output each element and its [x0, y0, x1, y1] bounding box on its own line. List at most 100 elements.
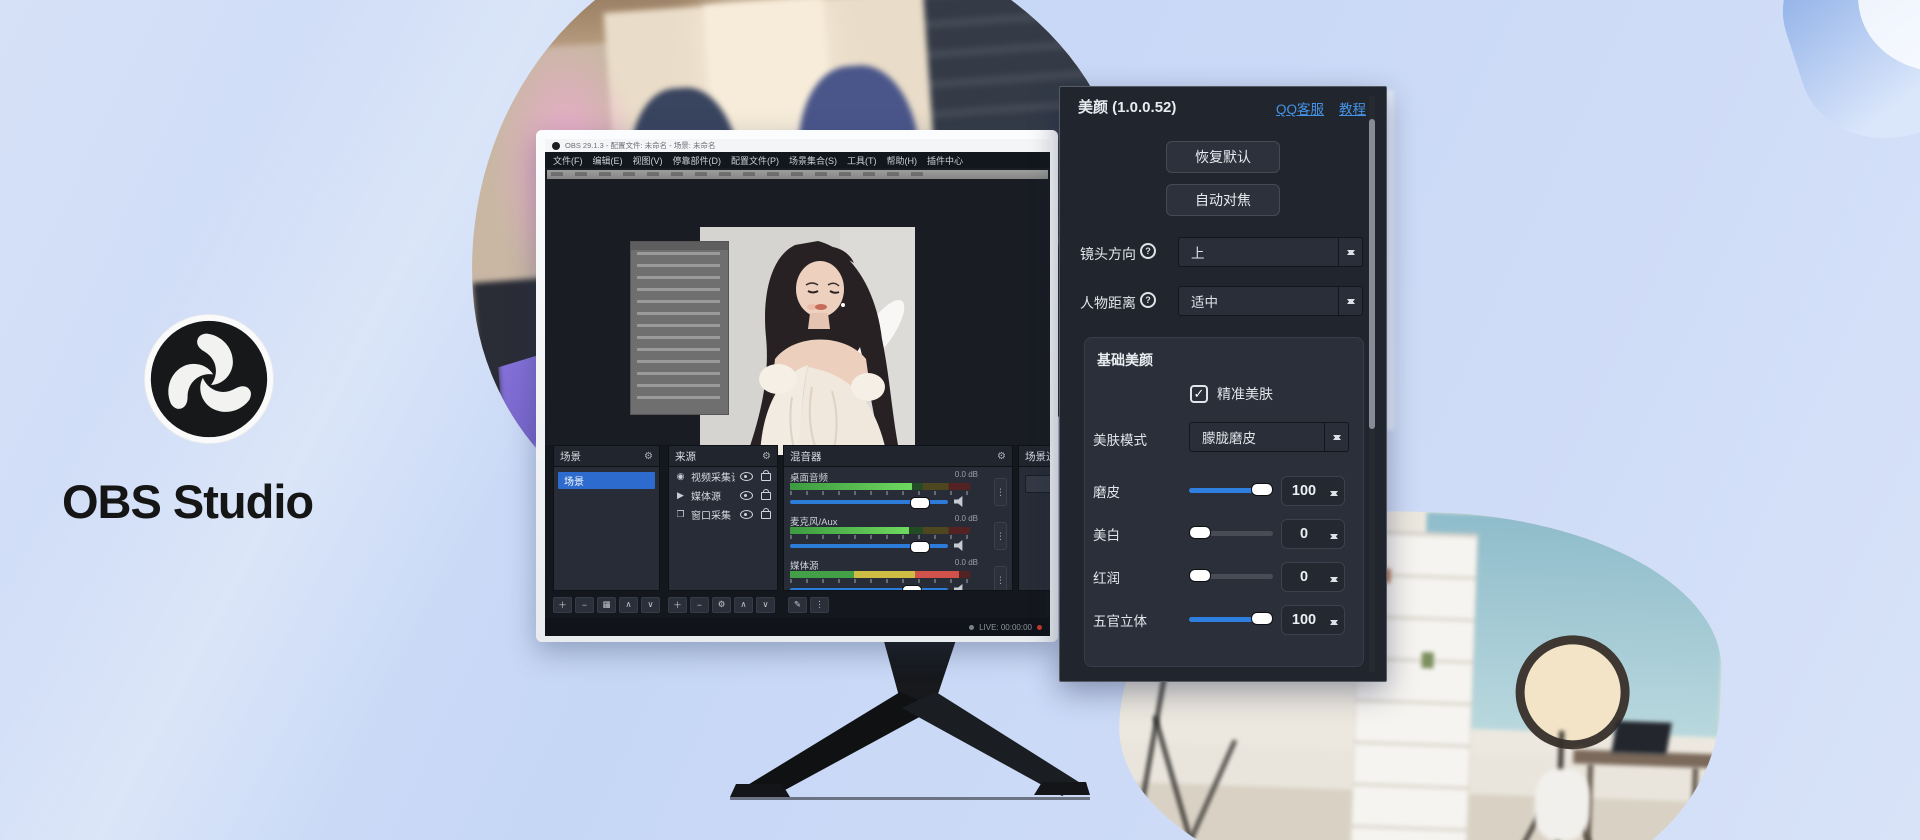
beauty-settings-overlay [630, 241, 729, 415]
menu-view[interactable]: 视图(V) [633, 154, 663, 167]
source-row[interactable]: ◉ 视频采集设备 [669, 467, 777, 486]
whitening-slider[interactable] [1189, 531, 1273, 536]
live-timer: LIVE: 00:00:00 [979, 623, 1032, 632]
monitor: OBS 29.1.3 - 配置文件: 未命名 - 场景: 未命名 文件(F) 编… [536, 130, 1058, 642]
menu-file[interactable]: 文件(F) [553, 154, 583, 167]
media-icon: ▶ [675, 490, 686, 501]
source-row[interactable]: ❐ 窗口采集 [669, 505, 777, 524]
select-spinner[interactable] [1324, 423, 1348, 451]
select-spinner[interactable] [1338, 238, 1362, 266]
skin-mode-select[interactable]: 朦胧磨皮 [1189, 422, 1349, 452]
menu-edit[interactable]: 编辑(E) [593, 154, 623, 167]
menu-help[interactable]: 帮助(H) [887, 154, 918, 167]
audio-level-meter [790, 527, 970, 534]
lens-direction-select[interactable]: 上 [1178, 237, 1363, 267]
channel-options-button[interactable]: ⋮ [994, 478, 1007, 506]
add-source-button[interactable]: ＋ [668, 597, 687, 613]
obs-title-bar: OBS 29.1.3 - 配置文件: 未命名 - 场景: 未命名 [545, 139, 1050, 152]
precise-skin-checkbox-row: ✓ 精准美肤 [1190, 384, 1273, 404]
lock-icon[interactable] [761, 492, 771, 500]
facial-depth-slider[interactable] [1189, 617, 1273, 622]
move-scene-down-button[interactable]: ∨ [641, 597, 660, 613]
volume-slider[interactable] [790, 544, 948, 548]
speaker-icon[interactable] [954, 584, 966, 591]
facial-depth-label: 五官立体 [1093, 610, 1147, 630]
volume-slider[interactable] [790, 500, 948, 504]
person-distance-select[interactable]: 适中 [1178, 286, 1363, 316]
channel-options-button[interactable]: ⋮ [994, 522, 1007, 550]
monitor-screen: OBS 29.1.3 - 配置文件: 未命名 - 场景: 未命名 文件(F) 编… [545, 139, 1050, 636]
gear-icon[interactable]: ⚙ [762, 451, 771, 462]
visibility-eye-icon[interactable] [740, 491, 753, 500]
precise-skin-checkbox[interactable]: ✓ [1190, 385, 1208, 403]
obs-wordmark: OBS Studio [62, 474, 313, 529]
lock-icon[interactable] [761, 511, 771, 519]
smooth-skin-label: 磨皮 [1093, 481, 1120, 501]
camera-icon: ◉ [675, 471, 686, 482]
tutorial-link[interactable]: 教程 [1339, 98, 1366, 118]
menu-docks[interactable]: 停靠部件(D) [673, 154, 722, 167]
basic-beauty-title: 基础美颜 [1097, 350, 1153, 370]
skin-mode-label: 美肤模式 [1093, 429, 1147, 449]
channel-options-button[interactable]: ⋮ [994, 566, 1007, 591]
slider-handle[interactable] [1189, 526, 1211, 539]
restore-defaults-button[interactable]: 恢复默认 [1166, 141, 1280, 173]
stream-status-icon [969, 625, 974, 630]
audio-mixer-dock: 混音器 ⚙ 桌面音频 0.0 dB ⋮ 麦克风/Aux 0.0 dB [783, 445, 1013, 591]
menu-tools[interactable]: 工具(T) [847, 154, 877, 167]
speaker-icon[interactable] [954, 540, 966, 551]
audio-level-meter [790, 571, 970, 578]
source-properties-button[interactable]: ⚙ [712, 597, 731, 613]
mixer-more-button[interactable]: ⋮ [810, 597, 829, 613]
slider-handle[interactable] [1251, 483, 1273, 496]
gear-icon[interactable]: ⚙ [644, 451, 653, 462]
slider-handle[interactable] [1251, 612, 1273, 625]
help-icon[interactable]: ? [1140, 292, 1156, 308]
remove-scene-button[interactable]: − [575, 597, 594, 613]
scrollbar-thumb[interactable] [1369, 119, 1375, 429]
source-row[interactable]: ▶ 媒体源 [669, 486, 777, 505]
add-scene-button[interactable]: ＋ [553, 597, 572, 613]
menu-scene-collection[interactable]: 场景集合(S) [789, 154, 837, 167]
move-scene-up-button[interactable]: ∧ [619, 597, 638, 613]
scenes-dock: 场景 ⚙ 场景 [553, 445, 660, 591]
facial-depth-value-box: 100 [1281, 605, 1345, 635]
rosy-value-box: 0 [1281, 562, 1345, 592]
whitening-value-box: 0 [1281, 519, 1345, 549]
mixer-channel: 桌面音频 0.0 dB ⋮ [784, 470, 1012, 512]
select-spinner[interactable] [1338, 287, 1362, 315]
mixer-toolbar: ✎ ⋮ [788, 591, 829, 618]
scene-list-item[interactable]: 场景 [558, 472, 655, 489]
gear-icon[interactable]: ⚙ [997, 451, 1006, 462]
menu-profile[interactable]: 配置文件(P) [731, 154, 779, 167]
advanced-audio-button[interactable]: ✎ [788, 597, 807, 613]
move-source-down-button[interactable]: ∨ [756, 597, 775, 613]
qq-support-link[interactable]: QQ客服 [1276, 98, 1324, 118]
speaker-icon[interactable] [954, 496, 966, 507]
sources-dock: 来源 ⚙ ◉ 视频采集设备 ▶ 媒体源 ❐ 窗口采集 [668, 445, 778, 591]
scene-filters-button[interactable]: ▦ [597, 597, 616, 613]
options-toolbar [547, 170, 1048, 179]
transition-select[interactable] [1025, 475, 1050, 493]
transitions-dock-title: 场景过渡 [1025, 449, 1050, 464]
stage: OBS Studio OBS 29.1.3 - 配置文件: 未命名 - 场景: … [0, 0, 1920, 840]
smooth-skin-slider[interactable] [1189, 488, 1273, 493]
mixer-channel: 媒体源 0.0 dB ⋮ [784, 558, 1012, 591]
visibility-eye-icon[interactable] [740, 472, 753, 481]
record-status-icon [1037, 625, 1042, 630]
slider-handle[interactable] [1189, 569, 1211, 582]
help-icon[interactable]: ? [1140, 243, 1156, 259]
panel-scrollbar [1369, 95, 1375, 673]
move-source-up-button[interactable]: ∧ [734, 597, 753, 613]
panel-edge-glow [1386, 90, 1394, 430]
menu-plugin-center[interactable]: 插件中心 [927, 154, 963, 167]
remove-source-button[interactable]: − [690, 597, 709, 613]
visibility-eye-icon[interactable] [740, 510, 753, 519]
rosy-label: 红润 [1093, 567, 1120, 587]
rosy-slider[interactable] [1189, 574, 1273, 579]
preview-photo [700, 227, 915, 455]
mixer-channel: 麦克风/Aux 0.0 dB ⋮ [784, 514, 1012, 556]
lock-icon[interactable] [761, 473, 771, 481]
auto-focus-button[interactable]: 自动对焦 [1166, 184, 1280, 216]
obs-app-icon [552, 142, 560, 150]
